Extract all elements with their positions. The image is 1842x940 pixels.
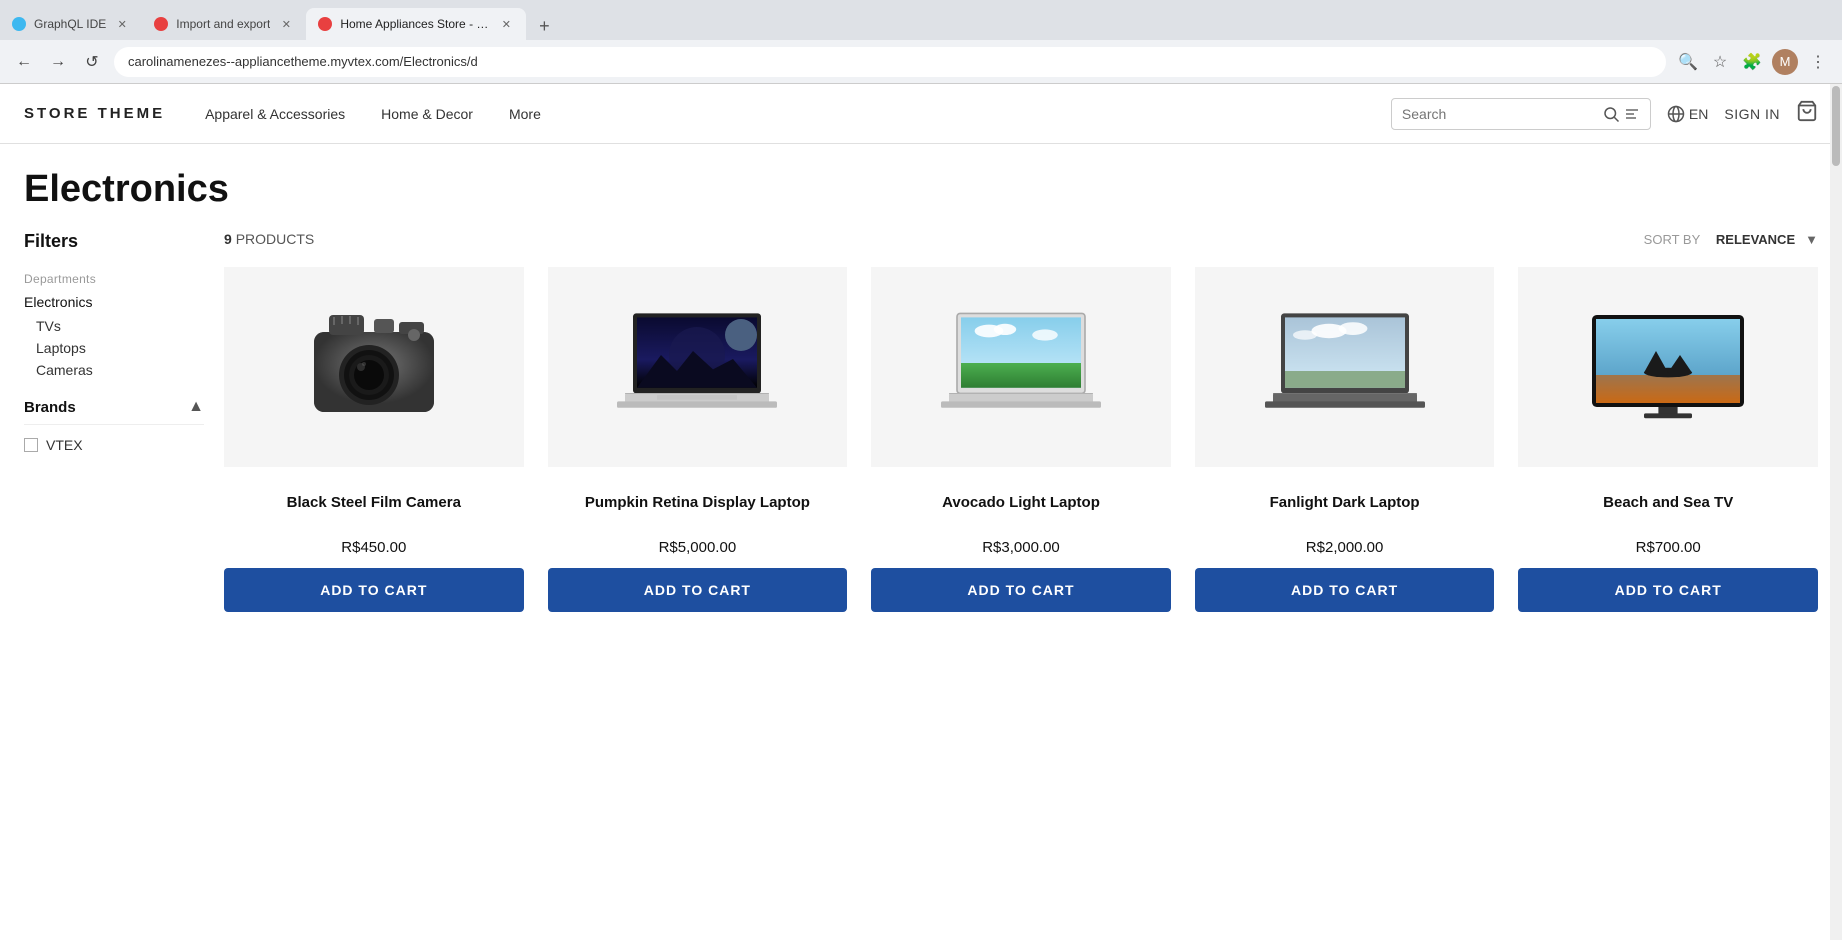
cart-icon[interactable] — [1796, 100, 1818, 128]
brand-vtex-checkbox[interactable] — [24, 438, 38, 452]
nav-home-decor[interactable]: Home & Decor — [381, 106, 473, 122]
sort-chevron-icon: ▼ — [1805, 232, 1818, 247]
sort-by[interactable]: SORT BY RELEVANCE ▼ — [1644, 232, 1818, 247]
product-image-tv — [1518, 267, 1818, 467]
tab-favicon-2 — [154, 17, 168, 31]
add-to-cart-tv[interactable]: ADD TO CART — [1518, 568, 1818, 612]
product-card-laptop-fanlight[interactable]: Fanlight Dark Laptop R$2,000.00 ADD TO C… — [1195, 267, 1495, 612]
browser-chrome: GraphQL IDE ✕ Import and export ✕ Home A… — [0, 0, 1842, 84]
product-name-laptop-pumpkin: Pumpkin Retina Display Laptop — [585, 481, 810, 523]
product-price-camera: R$450.00 — [341, 539, 406, 556]
store-logo: STORE THEME — [24, 105, 165, 122]
address-bar-row: ← → ↺ 🔍 ☆ 🧩 M ⋮ — [0, 40, 1842, 84]
browser-actions: 🔍 ☆ 🧩 M ⋮ — [1676, 49, 1830, 75]
nav-more[interactable]: More — [509, 106, 541, 122]
tab-bar: GraphQL IDE ✕ Import and export ✕ Home A… — [0, 0, 1842, 40]
search-icon[interactable] — [1602, 105, 1640, 123]
menu-button[interactable]: ⋮ — [1806, 50, 1830, 74]
departments-label: Departments — [24, 272, 204, 286]
tab-favicon-1 — [12, 17, 26, 31]
add-to-cart-laptop-fanlight[interactable]: ADD TO CART — [1195, 568, 1495, 612]
new-tab-button[interactable]: + — [530, 12, 558, 40]
products-count: 9 PRODUCTS — [224, 231, 314, 247]
products-grid: Black Steel Film Camera R$450.00 ADD TO … — [224, 267, 1818, 612]
product-price-laptop-pumpkin: R$5,000.00 — [659, 539, 737, 556]
product-price-tv: R$700.00 — [1636, 539, 1701, 556]
language-button[interactable]: EN — [1667, 105, 1708, 123]
product-price-laptop-fanlight: R$2,000.00 — [1306, 539, 1384, 556]
product-card-tv[interactable]: Beach and Sea TV R$700.00 ADD TO CART — [1518, 267, 1818, 612]
page-title: Electronics — [24, 168, 1818, 211]
brands-toggle-icon[interactable]: ▲ — [188, 398, 204, 416]
tab-title-3: Home Appliances Store - Electro... — [340, 17, 490, 31]
language-label: EN — [1689, 106, 1708, 122]
brand-vtex-row: VTEX — [24, 437, 204, 453]
nav-apparel[interactable]: Apparel & Accessories — [205, 106, 345, 122]
tab-close-1[interactable]: ✕ — [114, 16, 130, 32]
brand-vtex-label: VTEX — [46, 437, 83, 453]
content-area: Filters Departments Electronics TVs Lapt… — [24, 231, 1818, 612]
product-card-camera[interactable]: Black Steel Film Camera R$450.00 ADD TO … — [224, 267, 524, 612]
add-to-cart-laptop-pumpkin[interactable]: ADD TO CART — [548, 568, 848, 612]
reload-button[interactable]: ↺ — [80, 50, 104, 74]
tab-graphql[interactable]: GraphQL IDE ✕ — [0, 8, 142, 40]
product-name-tv: Beach and Sea TV — [1603, 481, 1733, 523]
sort-label: SORT BY — [1644, 232, 1701, 247]
product-image-laptop-pumpkin — [548, 267, 848, 467]
sort-value: RELEVANCE — [1716, 232, 1795, 247]
tab-close-3[interactable]: ✕ — [498, 16, 514, 32]
zoom-button[interactable]: 🔍 — [1676, 50, 1700, 74]
store-nav: STORE THEME Apparel & Accessories Home &… — [0, 84, 1842, 144]
profile-avatar[interactable]: M — [1772, 49, 1798, 75]
scrollbar[interactable] — [1830, 84, 1842, 940]
filter-electronics[interactable]: Electronics — [24, 294, 204, 310]
tab-title-2: Import and export — [176, 17, 270, 31]
tab-import[interactable]: Import and export ✕ — [142, 8, 306, 40]
back-button[interactable]: ← — [12, 50, 36, 74]
scrollbar-thumb[interactable] — [1832, 86, 1840, 166]
nav-right: EN SIGN IN — [1391, 98, 1818, 130]
tab-store[interactable]: Home Appliances Store - Electro... ✕ — [306, 8, 526, 40]
filter-title: Filters — [24, 231, 204, 252]
filter-cameras[interactable]: Cameras — [24, 362, 204, 378]
add-to-cart-camera[interactable]: ADD TO CART — [224, 568, 524, 612]
product-price-laptop-avocado: R$3,000.00 — [982, 539, 1060, 556]
brands-label: Brands — [24, 399, 76, 416]
tab-favicon-3 — [318, 17, 332, 31]
tab-title-1: GraphQL IDE — [34, 17, 106, 31]
products-area: 9 PRODUCTS SORT BY RELEVANCE ▼ — [224, 231, 1818, 612]
products-header: 9 PRODUCTS SORT BY RELEVANCE ▼ — [224, 231, 1818, 247]
search-box[interactable] — [1391, 98, 1651, 130]
product-image-laptop-fanlight — [1195, 267, 1495, 467]
sign-in-button[interactable]: SIGN IN — [1724, 106, 1780, 122]
nav-links: Apparel & Accessories Home & Decor More — [205, 106, 1391, 122]
filter-laptops[interactable]: Laptops — [24, 340, 204, 356]
product-name-camera: Black Steel Film Camera — [287, 481, 461, 523]
product-name-laptop-avocado: Avocado Light Laptop — [942, 481, 1100, 523]
page-content: Electronics Filters Departments Electron… — [0, 144, 1842, 612]
search-input[interactable] — [1402, 106, 1594, 122]
bookmark-button[interactable]: ☆ — [1708, 50, 1732, 74]
filter-tvs[interactable]: TVs — [24, 318, 204, 334]
add-to-cart-laptop-avocado[interactable]: ADD TO CART — [871, 568, 1171, 612]
forward-button[interactable]: → — [46, 50, 70, 74]
tab-close-2[interactable]: ✕ — [278, 16, 294, 32]
product-card-laptop-light[interactable]: Avocado Light Laptop R$3,000.00 ADD TO C… — [871, 267, 1171, 612]
address-input[interactable] — [114, 47, 1666, 77]
product-name-laptop-fanlight: Fanlight Dark Laptop — [1270, 481, 1420, 523]
extensions-button[interactable]: 🧩 — [1740, 50, 1764, 74]
product-image-laptop-avocado — [871, 267, 1171, 467]
sidebar: Filters Departments Electronics TVs Lapt… — [24, 231, 224, 612]
brands-section-header: Brands ▲ — [24, 398, 204, 425]
product-card-laptop-dark[interactable]: Pumpkin Retina Display Laptop R$5,000.00… — [548, 267, 848, 612]
product-image-camera — [224, 267, 524, 467]
